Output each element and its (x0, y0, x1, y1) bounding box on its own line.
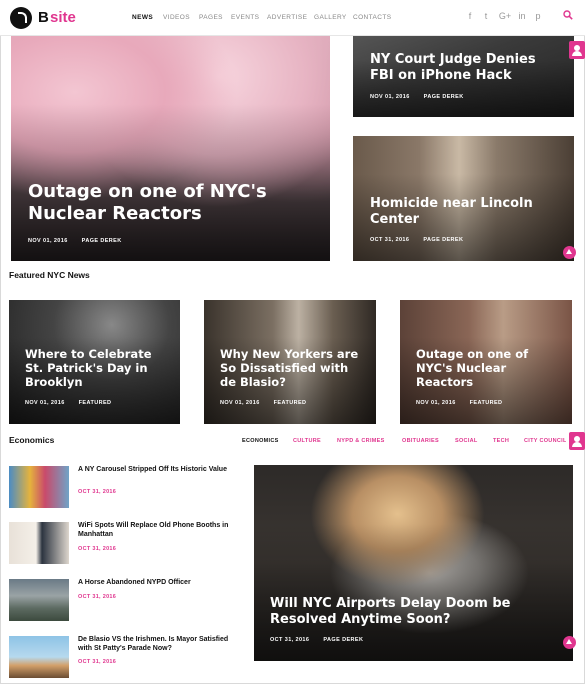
site-header: B site NEWS VIDEOS PAGES EVENTS ADVERTIS… (0, 0, 585, 36)
nav-gallery[interactable]: GALLERY (314, 14, 347, 21)
list-item-2-date: OCT 31, 2016 (78, 546, 117, 552)
list-item-1-date: OCT 31, 2016 (78, 489, 117, 495)
scroll-up-icon[interactable] (563, 636, 576, 649)
hero-main-meta: NOV 01, 2016 PAGE DEREK (28, 238, 136, 244)
nav-pages[interactable]: PAGES (199, 14, 223, 21)
featured-card-2-tag[interactable]: FEATURED (274, 400, 307, 406)
logo-icon[interactable] (10, 7, 32, 29)
pinterest-icon[interactable]: p (533, 11, 543, 21)
featured-card-1-title[interactable]: Where to Celebrate St. Patrick's Day in … (25, 347, 170, 389)
nav-contacts[interactable]: CONTACTS (353, 14, 391, 21)
list-thumb-3[interactable] (9, 579, 69, 621)
economics-big-author[interactable]: PAGE DEREK (323, 637, 363, 643)
hero-bottom-right-card[interactable]: Homicide near Lincoln Center OCT 31, 201… (353, 136, 574, 261)
hero-main-author[interactable]: PAGE DEREK (82, 238, 122, 244)
featured-card-1[interactable]: Where to Celebrate St. Patrick's Day in … (9, 300, 180, 424)
featured-card-1-date: NOV 01, 2016 (25, 400, 65, 406)
hero-top-right-author[interactable]: PAGE DEREK (424, 94, 464, 100)
user-icon[interactable] (569, 41, 585, 59)
featured-card-2[interactable]: Why New Yorkers are So Dissatisfied with… (204, 300, 376, 424)
tab-obituaries[interactable]: OBITUARIES (402, 438, 439, 444)
list-thumb-1[interactable] (9, 466, 69, 508)
list-thumb-2[interactable] (9, 522, 69, 564)
economics-big-meta: OCT 31, 2016 PAGE DEREK (270, 637, 377, 643)
nav-videos[interactable]: VIDEOS (163, 14, 190, 21)
nav-events[interactable]: EVENTS (231, 14, 259, 21)
facebook-icon[interactable]: f (465, 11, 475, 21)
hero-main-date: NOV 01, 2016 (28, 238, 68, 244)
tab-city-council[interactable]: CITY COUNCIL (524, 438, 566, 444)
list-item-3-title[interactable]: A Horse Abandoned NYPD Officer (78, 579, 238, 588)
list-thumb-4[interactable] (9, 636, 69, 678)
logo-text[interactable]: site (50, 9, 76, 26)
featured-card-2-meta: NOV 01, 2016 FEATURED (220, 400, 320, 406)
economics-heading: Economics (9, 435, 55, 445)
list-item-4-title[interactable]: De Blasio VS the Irishmen. Is Mayor Sati… (78, 636, 238, 654)
featured-card-2-title[interactable]: Why New Yorkers are So Dissatisfied with… (220, 347, 368, 389)
hero-top-right-date: NOV 01, 2016 (370, 94, 410, 100)
user-icon[interactable] (569, 432, 585, 450)
list-item-2-title[interactable]: WiFi Spots Will Replace Old Phone Booths… (78, 522, 238, 540)
tab-nypd-crimes[interactable]: NYPD & CRIMES (337, 438, 385, 444)
nav-advertise[interactable]: ADVERTISE (267, 14, 307, 21)
hero-bottom-right-meta: OCT 31, 2016 PAGE DEREK (370, 237, 477, 243)
hero-main-title[interactable]: Outage on one of NYC's Nuclear Reactors (28, 181, 308, 224)
search-icon[interactable] (563, 10, 573, 20)
tab-social[interactable]: SOCIAL (455, 438, 478, 444)
featured-card-3-date: NOV 01, 2016 (416, 400, 456, 406)
featured-card-3[interactable]: Outage on one of NYC's Nuclear Reactors … (400, 300, 572, 424)
hero-top-right-meta: NOV 01, 2016 PAGE DEREK (370, 94, 478, 100)
twitter-icon[interactable]: t (481, 11, 491, 21)
tab-tech[interactable]: TECH (493, 438, 509, 444)
featured-card-3-title[interactable]: Outage on one of NYC's Nuclear Reactors (416, 347, 534, 389)
economics-big-title[interactable]: Will NYC Airports Delay Doom be Resolved… (270, 596, 540, 627)
linkedin-icon[interactable]: in (516, 11, 528, 21)
featured-card-3-meta: NOV 01, 2016 FEATURED (416, 400, 516, 406)
list-item-1-title[interactable]: A NY Carousel Stripped Off Its Historic … (78, 466, 238, 475)
nav-news[interactable]: NEWS (132, 14, 153, 21)
hero-top-right-title[interactable]: NY Court Judge Denies FBI on iPhone Hack (370, 52, 560, 83)
hero-top-right-card[interactable]: NY Court Judge Denies FBI on iPhone Hack… (353, 36, 574, 117)
hero-bottom-right-date: OCT 31, 2016 (370, 237, 410, 243)
hero-bottom-right-title[interactable]: Homicide near Lincoln Center (370, 196, 560, 227)
featured-card-3-tag[interactable]: FEATURED (470, 400, 503, 406)
featured-card-1-meta: NOV 01, 2016 FEATURED (25, 400, 125, 406)
economics-big-date: OCT 31, 2016 (270, 637, 310, 643)
economics-big-card[interactable]: Will NYC Airports Delay Doom be Resolved… (254, 465, 573, 661)
hero-main-card[interactable]: Outage on one of NYC's Nuclear Reactors … (11, 36, 330, 261)
scroll-up-icon[interactable] (563, 246, 576, 259)
list-item-3-date: OCT 31, 2016 (78, 594, 117, 600)
featured-heading: Featured NYC News (9, 270, 90, 280)
tab-economics[interactable]: ECONOMICS (242, 438, 279, 444)
list-item-4-date: OCT 31, 2016 (78, 659, 117, 665)
logo-letter[interactable]: B (38, 9, 49, 26)
tab-culture[interactable]: CULTURE (293, 438, 321, 444)
google-plus-icon[interactable]: G+ (498, 11, 512, 21)
hero-bottom-right-author[interactable]: PAGE DEREK (423, 237, 463, 243)
featured-card-1-tag[interactable]: FEATURED (79, 400, 112, 406)
featured-card-2-date: NOV 01, 2016 (220, 400, 260, 406)
